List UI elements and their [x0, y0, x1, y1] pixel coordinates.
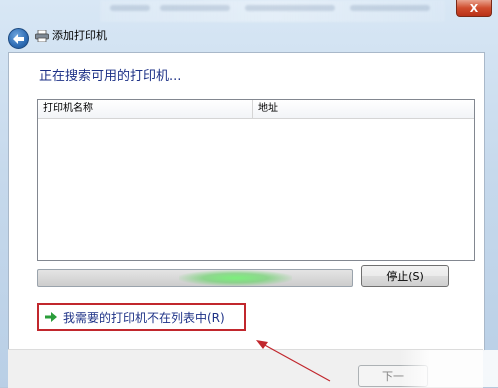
search-progress-bar: [37, 269, 353, 287]
searching-heading: 正在搜索可用的打印机...: [39, 69, 182, 84]
back-button[interactable]: [8, 28, 29, 49]
column-header-printer-name[interactable]: 打印机名称: [38, 100, 253, 118]
window-title: 添加打印机: [52, 29, 107, 42]
stop-button[interactable]: 停止(S): [361, 265, 449, 287]
close-icon: X: [469, 1, 479, 15]
blurred-tab-strip: [100, 0, 445, 22]
printer-not-listed-link[interactable]: 我需要的打印机不在列表中(R): [37, 303, 246, 331]
wizard-content: 正在搜索可用的打印机... 打印机名称 地址 停止(S) 我需要的打印机不在列表…: [8, 52, 485, 351]
list-header: 打印机名称 地址: [38, 100, 474, 119]
watermark-fade: [400, 350, 498, 387]
column-header-address[interactable]: 地址: [253, 100, 474, 118]
printer-icon: [35, 30, 49, 42]
green-arrow-icon: [45, 312, 57, 322]
printer-listbox[interactable]: 打印机名称 地址: [37, 99, 475, 261]
window-frame: X 添加打印机 正在搜索可用的打印机... 打印机名称 地址 停止(S) 我需要…: [0, 0, 498, 388]
printer-not-listed-label: 我需要的打印机不在列表中(R): [63, 310, 225, 325]
progress-glow: [179, 270, 293, 286]
window-close-button[interactable]: X: [456, 0, 492, 17]
back-arrow-icon: [13, 33, 24, 44]
